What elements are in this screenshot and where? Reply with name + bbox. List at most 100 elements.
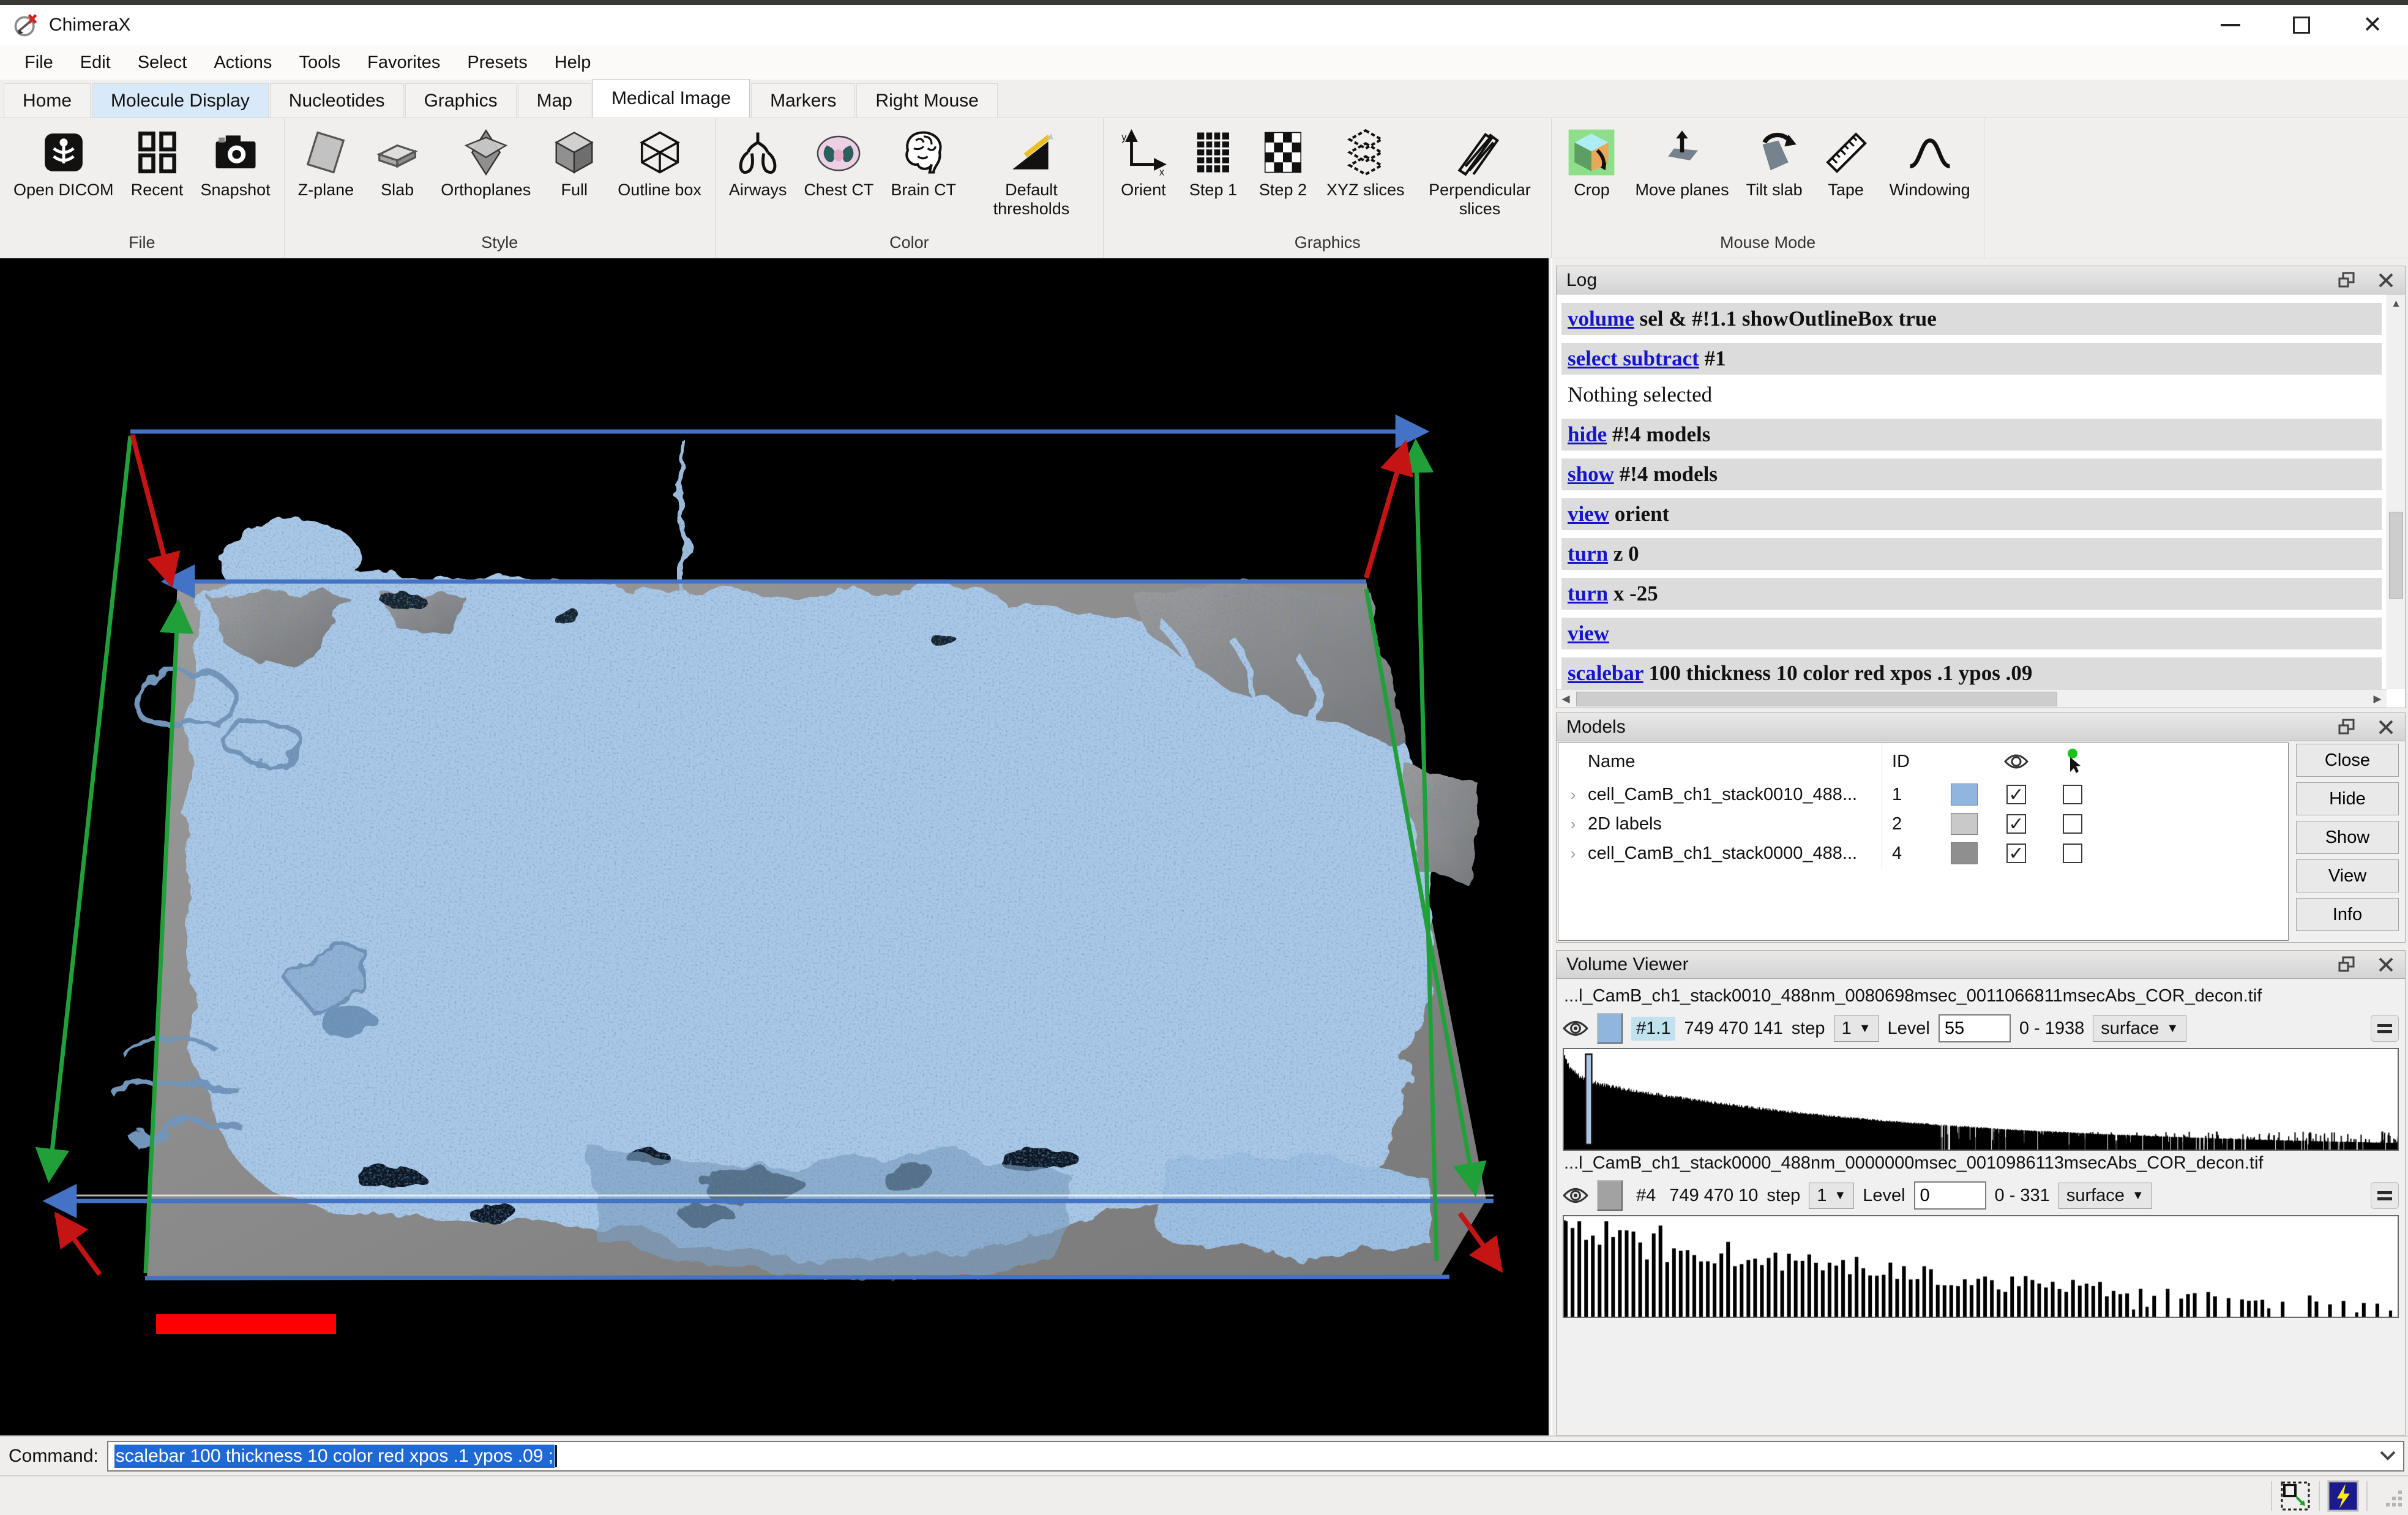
expand-chevron-icon[interactable]: › [1558,844,1588,863]
ribbon-item-slab[interactable]: Slab [362,124,432,233]
log-command-link[interactable]: view [1568,502,1609,526]
model-color-swatch[interactable] [1951,813,1978,835]
log-command-link[interactable]: view [1568,621,1609,645]
model-row[interactable]: ›cell_CamB_ch1_stack0010_488...1✓ [1558,780,2288,809]
style-dropdown[interactable]: surface▼ [2058,1183,2152,1209]
menu-file[interactable]: File [11,49,67,77]
ribbon-item-tape[interactable]: Tape [1811,124,1881,233]
graphics-viewport[interactable] [0,258,1549,1435]
ribbon-item-snapshot[interactable]: Snapshot [192,124,279,233]
minimize-button[interactable] [2195,5,2266,45]
log-vscroll-thumb[interactable] [2389,512,2403,599]
ribbon-item-z-plane[interactable]: Z-plane [290,124,363,233]
resize-graphics-icon[interactable] [2279,1480,2311,1512]
fast-mode-lightning-icon[interactable] [2327,1480,2359,1512]
level-input[interactable] [1914,1181,1986,1210]
model-shown-checkbox[interactable]: ✓ [2006,814,2026,834]
log-panel-header[interactable]: Log [1557,266,2405,294]
view-button[interactable]: View [2296,859,2399,892]
model-shown-checkbox[interactable]: ✓ [2006,844,2026,863]
model-selected-checkbox[interactable] [2063,844,2082,863]
log-command-link[interactable]: show [1568,462,1614,486]
ribbon-item-open-dicom[interactable]: Open DICOM [5,124,122,233]
log-command-link[interactable]: volume [1568,307,1634,331]
show-button[interactable]: Show [2296,821,2399,854]
window-resize-grip[interactable] [2379,1483,2404,1509]
ribbon-item-orthoplanes[interactable]: Orthoplanes [432,124,539,233]
ribbon-item-step-2[interactable]: Step 2 [1248,124,1318,233]
log-vertical-scrollbar[interactable]: ▲ [2387,294,2405,689]
close-panel-icon[interactable] [2377,718,2395,736]
float-panel-icon[interactable] [2338,956,2356,974]
model-selected-checkbox[interactable] [2063,814,2082,834]
scroll-right-icon[interactable]: ▶ [2368,690,2387,708]
ribbon-item-windowing[interactable]: Windowing [1881,124,1979,233]
menu-tools[interactable]: Tools [285,49,354,77]
log-command-link[interactable]: select subtract [1568,346,1699,370]
tab-molecule-display[interactable]: Molecule Display [92,83,269,118]
model-color-swatch[interactable] [1951,842,1978,864]
volume-menu-button[interactable] [2371,1182,2399,1209]
model-row[interactable]: ›2D labels2✓ [1558,809,2288,839]
ribbon-item-outline-box[interactable]: Outline box [609,124,710,233]
log-horizontal-scrollbar[interactable]: ◀ ▶ [1557,689,2387,708]
ribbon-item-orient[interactable]: yxOrient [1109,124,1178,233]
menu-favorites[interactable]: Favorites [354,49,454,77]
scroll-left-icon[interactable]: ◀ [1557,690,1575,708]
step-dropdown[interactable]: 1▼ [1834,1016,1879,1042]
models-panel-header[interactable]: Models [1557,713,2405,741]
command-input[interactable]: scalebar 100 thickness 10 color red xpos… [107,1441,2404,1472]
menu-help[interactable]: Help [541,49,605,77]
eye-icon[interactable] [1563,1186,1588,1205]
float-panel-icon[interactable] [2338,271,2356,290]
tab-map[interactable]: Map [518,83,591,118]
log-command-link[interactable]: scalebar [1568,661,1643,685]
menu-actions[interactable]: Actions [200,49,285,77]
tab-nucleotides[interactable]: Nucleotides [270,83,404,118]
ribbon-item-tilt-slab[interactable]: Tilt slab [1738,124,1811,233]
level-input[interactable] [1939,1014,2011,1042]
volume-histogram[interactable] [1563,1215,2399,1318]
menu-presets[interactable]: Presets [454,49,540,77]
ribbon-item-airways[interactable]: Airways [720,124,796,233]
ribbon-item-chest-ct[interactable]: Chest CT [795,124,882,233]
model-shown-checkbox[interactable]: ✓ [2006,785,2026,804]
menu-edit[interactable]: Edit [67,49,124,77]
ribbon-item-crop[interactable]: Crop [1557,124,1626,233]
log-command-link[interactable]: turn [1568,542,1608,566]
tab-medical-image[interactable]: Medical Image [593,79,750,118]
ribbon-item-default-thresholds[interactable]: Default thresholds [965,124,1098,233]
ribbon-item-perpendicular-slices[interactable]: Perpendicular slices [1413,124,1546,233]
tab-graphics[interactable]: Graphics [405,83,517,118]
step-dropdown[interactable]: 1▼ [1809,1183,1854,1209]
tab-right-mouse[interactable]: Right Mouse [856,83,997,118]
info-button[interactable]: Info [2296,898,2399,931]
maximize-button[interactable] [2266,5,2337,45]
style-dropdown[interactable]: surface▼ [2093,1016,2186,1042]
eye-icon[interactable] [1563,1019,1588,1038]
tab-home[interactable]: Home [4,83,91,118]
command-history-chevron-icon[interactable] [2379,1446,2397,1467]
ribbon-item-full[interactable]: Full [539,124,609,233]
ribbon-item-xyz-slices[interactable]: XYZ slices [1318,124,1413,233]
close-panel-icon[interactable] [2377,956,2395,974]
close-button[interactable]: ✕ [2337,5,2408,45]
model-color-swatch[interactable] [1951,784,1978,806]
scroll-up-icon[interactable]: ▲ [2387,294,2405,313]
volume-histogram[interactable] [1563,1048,2399,1151]
volume-color-swatch[interactable] [1597,1180,1623,1211]
ribbon-item-move-planes[interactable]: Move planes [1626,124,1737,233]
menu-select[interactable]: Select [124,49,201,77]
float-panel-icon[interactable] [2338,718,2356,736]
hide-button[interactable]: Hide [2296,782,2399,815]
expand-chevron-icon[interactable]: › [1558,785,1588,804]
ribbon-item-step-1[interactable]: Step 1 [1178,124,1248,233]
close-panel-icon[interactable] [2377,271,2395,290]
volume-color-swatch[interactable] [1597,1013,1623,1044]
model-selected-checkbox[interactable] [2063,785,2082,804]
ribbon-item-recent[interactable]: Recent [122,124,192,233]
expand-chevron-icon[interactable]: › [1558,815,1588,834]
volume-viewer-header[interactable]: Volume Viewer [1557,951,2405,979]
close-button[interactable]: Close [2296,744,2399,777]
log-command-link[interactable]: turn [1568,582,1608,605]
